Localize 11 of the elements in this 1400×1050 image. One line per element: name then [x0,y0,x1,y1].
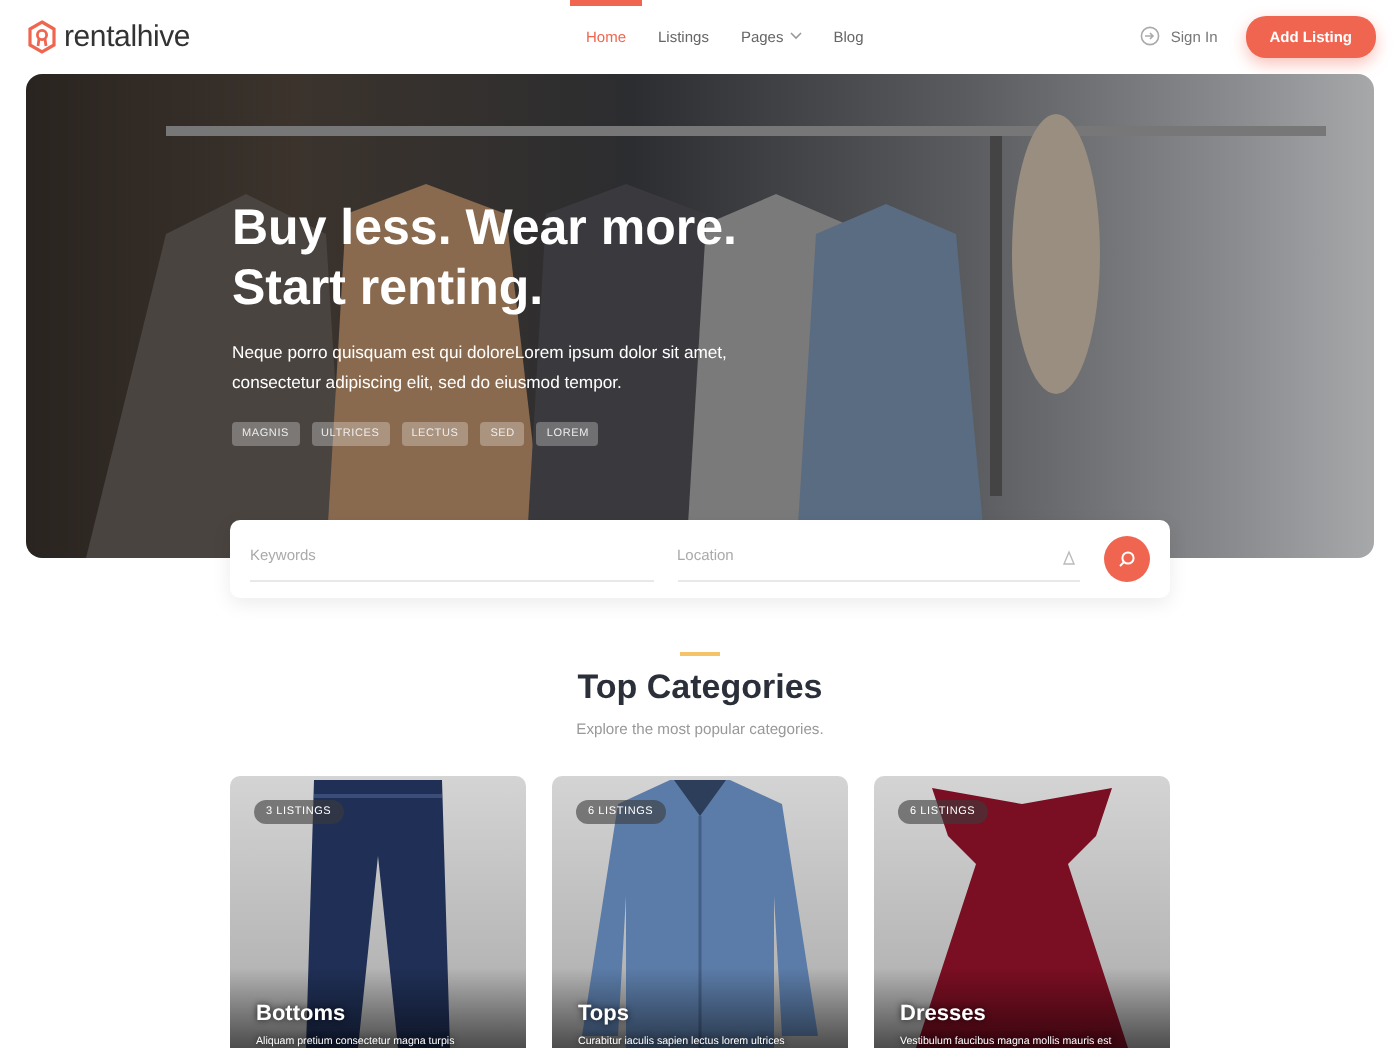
sign-in-icon [1140,26,1161,46]
section-title: Top Categories [577,668,823,708]
logo-icon [28,19,56,53]
category-name: Tops [578,1002,629,1026]
location-icon [1062,549,1076,565]
hero-title: Buy less. Wear more. Start renting. [232,198,739,318]
hero-subtitle: Neque porro quisquam est qui doloreLorem ipsum dolor sit amet, consectetur adipiscing elit, sed do eiusmod tempor. [232,340,729,396]
category-name: Dresses [900,1002,986,1026]
search-button[interactable] [1104,536,1150,582]
logo-text[interactable]: rentalhive [64,19,191,53]
search-icon [1118,550,1136,568]
